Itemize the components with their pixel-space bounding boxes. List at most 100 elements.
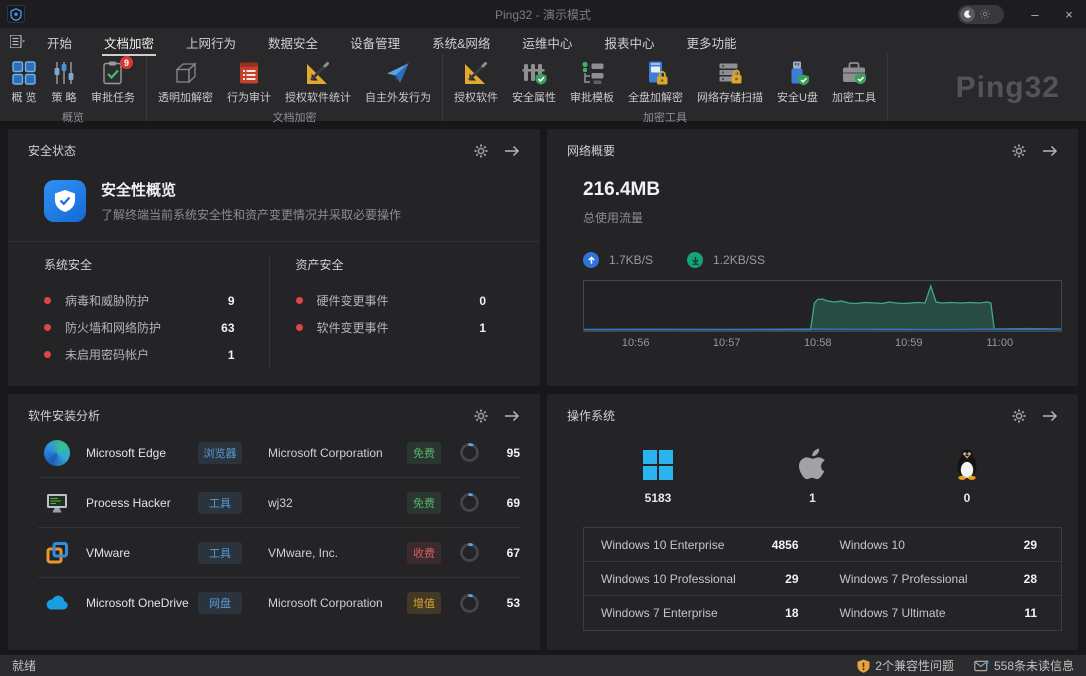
- dashboard: 安全状态 安全性概览 了解终端当前系统安全性和资产变更情况并采取必要操作 系统安…: [0, 122, 1086, 655]
- arrow-right-icon[interactable]: [1042, 145, 1058, 157]
- os-table-cell[interactable]: Windows 7 Professional28: [823, 562, 1062, 595]
- software-row[interactable]: Microsoft OneDrive 网盘 Microsoft Corporat…: [38, 578, 520, 628]
- moon-icon[interactable]: [960, 7, 975, 22]
- close-button[interactable]: ×: [1052, 0, 1086, 28]
- apple-icon: [799, 448, 827, 480]
- ruler-pen-icon: [463, 60, 489, 86]
- list-item[interactable]: 防火墙和网络防护 63: [44, 314, 269, 341]
- alert-dot-icon: [296, 324, 303, 331]
- ribbon-item-overview[interactable]: 概 览: [6, 58, 42, 107]
- ribbon-item-full-disk-encryption[interactable]: 全盘加解密: [623, 58, 688, 107]
- os-summary-windows[interactable]: 5183: [603, 448, 713, 505]
- score-value: 69: [486, 496, 520, 510]
- tab-web-behavior[interactable]: 上网行为: [184, 29, 238, 54]
- tab-doc-encryption[interactable]: 文档加密: [102, 29, 156, 54]
- clipboard-check-icon: 9: [100, 60, 126, 86]
- list-item[interactable]: 软件变更事件 1: [296, 314, 521, 341]
- ribbon-item-network-storage-scan[interactable]: 网络存储扫描: [692, 58, 768, 107]
- brand-watermark: Ping32: [956, 71, 1060, 105]
- os-version-table: Windows 10 Enterprise4856 Windows 1029 W…: [583, 527, 1062, 631]
- sun-icon[interactable]: [977, 7, 992, 22]
- ribbon-item-policy[interactable]: 策 略: [46, 58, 82, 107]
- download-icon: [687, 252, 703, 268]
- status-text: 就绪: [12, 657, 36, 674]
- arrow-right-icon[interactable]: [1042, 410, 1058, 422]
- tab-system-network[interactable]: 系统&网络: [430, 29, 492, 54]
- security-overview-title: 安全性概览: [101, 179, 401, 200]
- ssd-lock-icon: [643, 60, 669, 86]
- tab-data-security[interactable]: 数据安全: [266, 29, 320, 54]
- tab-ops-center[interactable]: 运维中心: [520, 29, 574, 54]
- security-shield-icon: [44, 180, 86, 222]
- ribbon-item-security-attributes[interactable]: 安全属性: [507, 58, 561, 107]
- arrow-right-icon[interactable]: [504, 145, 520, 157]
- ribbon: 概 览 策 略 9 审批任务 概览: [0, 54, 1086, 122]
- tab-more-features[interactable]: 更多功能: [684, 29, 738, 54]
- list-item[interactable]: 未启用密码帐户 1: [44, 341, 269, 368]
- network-chart-svg: [584, 281, 1061, 331]
- os-summary-linux[interactable]: 0: [912, 448, 1022, 505]
- os-table-cell[interactable]: Windows 7 Enterprise18: [584, 596, 823, 630]
- grid-icon: [11, 60, 37, 86]
- column-heading: 系统安全: [44, 256, 269, 273]
- os-table-cell[interactable]: Windows 7 Ultimate11: [823, 596, 1062, 630]
- audit-list-icon: [236, 60, 262, 86]
- window-controls: – ×: [958, 0, 1086, 28]
- panel-security-status: 安全状态 安全性概览 了解终端当前系统安全性和资产变更情况并采取必要操作 系统安…: [8, 129, 540, 386]
- total-traffic-label: 总使用流量: [583, 209, 1058, 226]
- gear-icon[interactable]: [474, 409, 488, 423]
- software-row[interactable]: VMware 工具 VMware, Inc. 收费 67: [38, 528, 520, 578]
- gear-icon[interactable]: [1012, 144, 1026, 158]
- os-table-cell[interactable]: Windows 10 Professional29: [584, 562, 823, 595]
- list-item[interactable]: 病毒和威胁防护 9: [44, 287, 269, 314]
- column-heading: 资产安全: [296, 256, 521, 273]
- tab-start[interactable]: 开始: [45, 29, 74, 54]
- ribbon-item-authorized-software-stats[interactable]: 授权软件统计: [280, 58, 356, 107]
- category-badge: 工具: [198, 492, 242, 514]
- x-tick-label: 10:56: [622, 337, 650, 349]
- unread-messages[interactable]: 558条未读信息: [974, 657, 1074, 674]
- software-row[interactable]: Process Hacker 工具 wj32 免费 69: [38, 478, 520, 528]
- table-row: Windows 7 Enterprise18 Windows 7 Ultimat…: [584, 596, 1061, 630]
- list-item[interactable]: 硬件变更事件 0: [296, 287, 521, 314]
- category-badge: 浏览器: [198, 442, 242, 464]
- onedrive-icon: [44, 590, 70, 616]
- arrow-right-icon[interactable]: [504, 410, 520, 422]
- os-table-cell[interactable]: Windows 10 Enterprise4856: [584, 528, 823, 561]
- main-menu-button[interactable]: [10, 35, 25, 48]
- panel-title: 网络概要: [567, 142, 615, 159]
- gear-icon[interactable]: [1012, 409, 1026, 423]
- compatibility-issues[interactable]: 2个兼容性问题: [857, 657, 954, 674]
- os-summary-apple[interactable]: 1: [758, 448, 868, 505]
- gear-icon[interactable]: [474, 144, 488, 158]
- upload-icon: [583, 252, 599, 268]
- panel-title: 软件安装分析: [28, 407, 100, 424]
- software-row[interactable]: Microsoft Edge 浏览器 Microsoft Corporation…: [38, 428, 520, 478]
- ribbon-item-secure-usb[interactable]: 安全U盘: [772, 58, 823, 107]
- tab-device-management[interactable]: 设备管理: [348, 29, 402, 54]
- upload-speed: 1.7KB/S: [609, 253, 653, 267]
- tab-report-center[interactable]: 报表中心: [602, 29, 656, 54]
- price-badge: 免费: [407, 492, 441, 514]
- panel-network-overview: 网络概要 216.4MB 总使用流量 1.7KB/S 1.2KB/SS 10:5…: [547, 129, 1078, 386]
- ribbon-group-doc-encryption: 透明加解密 行为审计 授权软件统计 自主外发行为 文档加密: [147, 54, 443, 121]
- ribbon-item-approval-tasks[interactable]: 9 审批任务: [86, 58, 140, 107]
- x-tick-label: 11:00: [986, 337, 1013, 349]
- table-row: Windows 10 Enterprise4856 Windows 1029: [584, 528, 1061, 562]
- ruler-pen-icon: [305, 60, 331, 86]
- toolbox-shield-icon: [841, 60, 867, 86]
- ribbon-item-authorized-software[interactable]: 授权软件: [449, 58, 503, 107]
- theme-toggle[interactable]: [958, 5, 1004, 24]
- ribbon-item-self-outgoing[interactable]: 自主外发行为: [360, 58, 436, 107]
- ribbon-item-approval-template[interactable]: 审批模板: [565, 58, 619, 107]
- ribbon-item-behavior-audit[interactable]: 行为审计: [222, 58, 276, 107]
- os-table-cell[interactable]: Windows 1029: [823, 528, 1062, 561]
- total-traffic-value: 216.4MB: [583, 179, 1058, 201]
- panel-software-analysis: 软件安装分析 Microsoft Edge 浏览器 Microsoft Corp…: [8, 394, 540, 650]
- security-overview-subtitle: 了解终端当前系统安全性和资产变更情况并采取必要操作: [101, 206, 401, 223]
- minimize-button[interactable]: –: [1018, 0, 1052, 28]
- ribbon-item-encryption-tools[interactable]: 加密工具: [827, 58, 881, 107]
- system-security-column: 系统安全 病毒和威胁防护 9 防火墙和网络防护 63 未启用密码帐户 1: [44, 256, 269, 368]
- ribbon-item-transparent-encryption[interactable]: 透明加解密: [153, 58, 218, 107]
- alert-dot-icon: [44, 351, 51, 358]
